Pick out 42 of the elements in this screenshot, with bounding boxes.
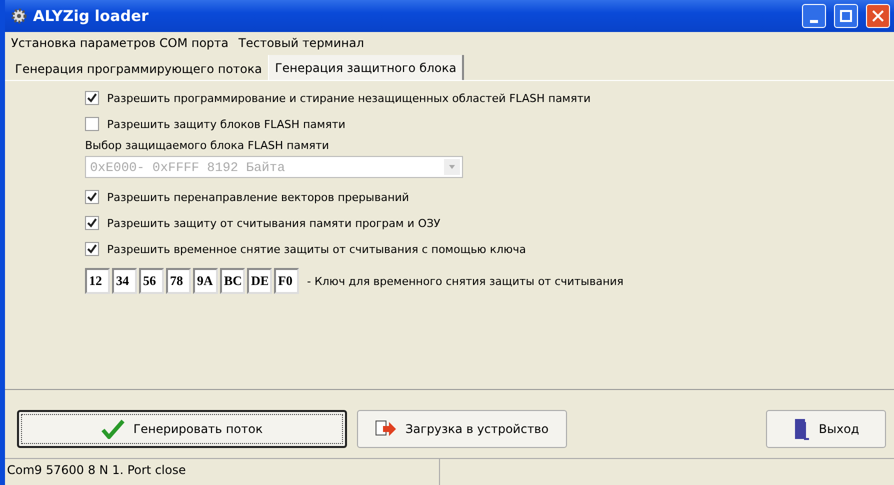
key-byte-field[interactable]: 9A [193,268,218,294]
menu-item[interactable]: Тестовый терминал [238,36,364,50]
minimize-icon [810,20,818,22]
checkmark-icon [87,93,97,103]
checkbox-label: Разрешить временное снятие защиты от считывания с помощью ключа [107,242,526,256]
checkmark-icon [87,192,97,202]
key-byte-field[interactable]: 34 [112,268,137,294]
checkmark-icon [87,218,97,228]
door-figure-icon [792,418,811,440]
key-byte-field[interactable]: F0 [274,268,299,294]
close-button[interactable] [866,4,890,28]
checkbox-label: Разрешить защиту от считывания памяти програм и ОЗУ [107,216,440,230]
checkbox-label: Разрешить перенаправление векторов прерываний [107,190,410,204]
checkmark-icon [87,244,97,254]
checkbox-label: Разрешить программирование и стирание незащищенных областей FLASH памяти [107,92,591,104]
key-byte-field[interactable]: 78 [166,268,191,294]
close-icon [872,10,884,22]
window-title: ALYZig loader [33,7,150,25]
tab[interactable]: Генерация защитного блока [268,55,464,80]
maximize-icon [840,10,852,22]
checkmark-icon [101,419,126,439]
menu-item[interactable]: Установка параметров COM порта [11,36,229,50]
checkbox[interactable] [85,242,99,256]
key-byte-field[interactable]: 56 [139,268,164,294]
action-button[interactable]: Выход [766,410,886,448]
action-button[interactable]: Загрузка в устройство [357,410,567,448]
key-byte-field[interactable]: 12 [85,268,110,294]
checkbox[interactable] [85,216,99,230]
key-description: - Ключ для временного снятия защиты от считывания [307,274,624,288]
checkbox[interactable] [85,91,99,105]
maximize-button[interactable] [834,4,858,28]
checkbox-label: Разрешить защиту блоков FLASH памяти [107,118,346,130]
field-label: Выбор защищаемого блока FLASH памяти [85,139,330,152]
action-button[interactable]: Генерировать поток [17,410,347,448]
document-arrow-icon [375,420,398,438]
tab[interactable]: Генерация программирующего потока [9,58,268,80]
gear-icon [11,8,27,24]
checkbox[interactable] [85,190,99,204]
minimize-button[interactable] [802,4,826,28]
status-text: Com9 57600 8 N 1. Port close [5,459,440,485]
checkbox[interactable] [85,117,99,131]
key-byte-field[interactable]: BC [220,268,245,294]
